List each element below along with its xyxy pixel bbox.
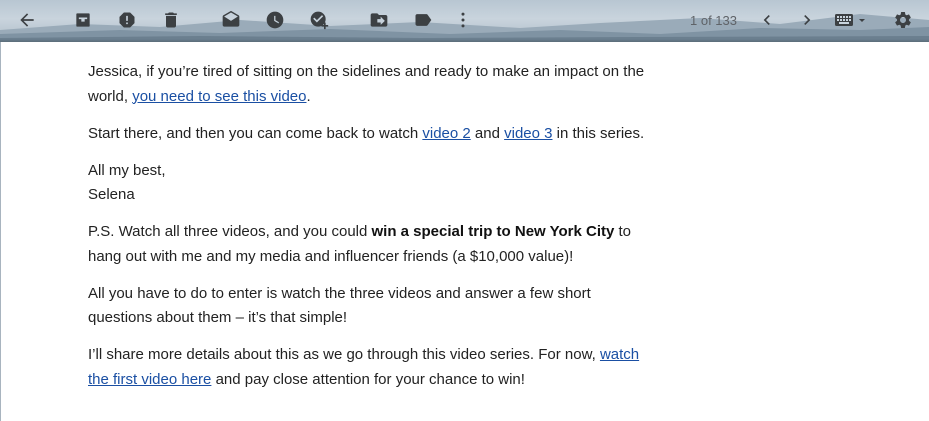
delete-icon[interactable] bbox=[160, 9, 182, 31]
paragraph-closing: I’ll share more details about this as we… bbox=[88, 343, 658, 392]
keyboard-dropdown-glyph bbox=[835, 14, 865, 26]
series-text: Start there, and then you can come back … bbox=[88, 124, 423, 142]
paragraph-enter: All you have to do to enter is watch the… bbox=[88, 284, 591, 327]
pane-border bbox=[0, 42, 1, 421]
closing-text: I’ll share more details about this as we… bbox=[88, 346, 600, 363]
paragraph-series: Start there, and then you can come back … bbox=[88, 122, 658, 147]
signoff-text: All my best, bbox=[88, 161, 166, 179]
signature-name: Selena bbox=[88, 186, 135, 203]
labels-icon[interactable] bbox=[412, 9, 434, 31]
series-and: and bbox=[470, 124, 505, 142]
email-body: Jessica, if you’re tired of sitting on t… bbox=[88, 60, 658, 405]
paragraph-intro: Jessica, if you’re tired of sitting on t… bbox=[88, 60, 658, 109]
signature-block: All my best, Selena bbox=[88, 159, 658, 208]
paragraph-ps: P.S. Watch all three videos, and you cou… bbox=[88, 220, 658, 269]
series-tail: in this series. bbox=[552, 124, 645, 142]
older-chevron-icon[interactable] bbox=[796, 9, 818, 31]
newer-chevron-icon[interactable] bbox=[756, 9, 778, 31]
archive-icon[interactable] bbox=[72, 9, 94, 31]
add-to-tasks-icon[interactable] bbox=[308, 9, 330, 31]
ps-text: P.S. Watch all three videos, and you cou… bbox=[88, 223, 372, 240]
mark-unread-icon[interactable] bbox=[220, 9, 242, 31]
pagination-count: 1 of 133 bbox=[690, 13, 737, 28]
intro-period: . bbox=[306, 87, 311, 105]
toolbar-shadow bbox=[0, 39, 929, 42]
snooze-icon[interactable] bbox=[264, 9, 286, 31]
back-arrow-icon[interactable] bbox=[16, 9, 38, 31]
more-vert-icon[interactable] bbox=[452, 9, 474, 31]
settings-gear-icon[interactable] bbox=[892, 9, 914, 31]
video-1-link[interactable]: you need to see this video bbox=[132, 88, 306, 105]
ps-prize-bold: win a special trip to New York City bbox=[371, 223, 615, 240]
toolbar: 1 of 133 bbox=[0, 0, 929, 42]
report-spam-icon[interactable] bbox=[116, 9, 138, 31]
move-to-icon[interactable] bbox=[368, 9, 390, 31]
keyboard-icon[interactable] bbox=[835, 12, 869, 30]
closing-tail: and pay close attention for your chance … bbox=[211, 370, 525, 388]
video-3-link[interactable]: video 3 bbox=[504, 125, 552, 142]
video-2-link[interactable]: video 2 bbox=[422, 125, 470, 142]
